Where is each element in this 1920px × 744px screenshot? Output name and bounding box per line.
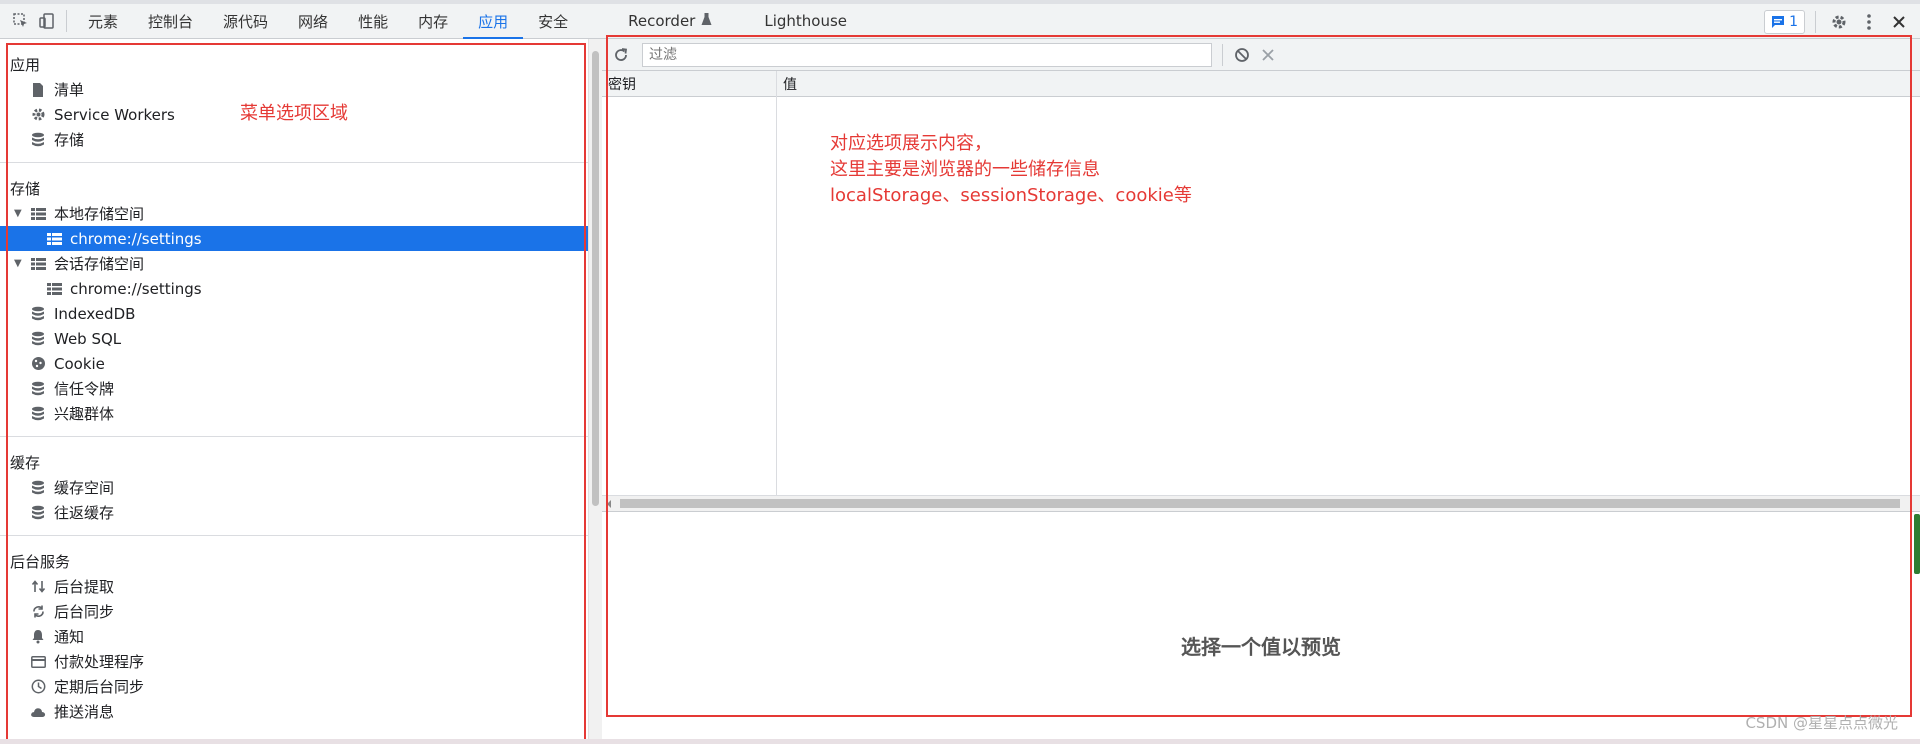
tab-5[interactable]: 内存: [403, 4, 463, 39]
tab-7[interactable]: 安全: [523, 4, 583, 39]
tab-label: 网络: [298, 12, 329, 31]
annotation-box-menu: [6, 43, 586, 743]
toolbar-separator: [66, 10, 67, 32]
tab-9[interactable]: Lighthouse: [749, 4, 862, 39]
issues-count: 1: [1789, 13, 1798, 30]
devtools-toolbar: 元素 控制台 源代码 网络 性能 内存 应用 安全 Recorder Lighthouse 1: [0, 4, 1920, 39]
inspect-element-icon[interactable]: [8, 8, 34, 34]
annotation-content-line1: 对应选项展示内容，: [830, 133, 992, 154]
tab-2[interactable]: 源代码: [208, 4, 283, 39]
annotation-content-line2: 这里主要是浏览器的一些储存信息: [830, 159, 1100, 180]
tab-label: 应用: [478, 12, 509, 31]
annotation-box-content: [606, 35, 1912, 717]
issues-button[interactable]: 1: [1764, 9, 1805, 34]
tab-1[interactable]: 控制台: [133, 4, 208, 39]
tab-3[interactable]: 网络: [283, 4, 343, 39]
annotation-menu-label: 菜单选项区域: [240, 103, 348, 124]
taskbar-strip: [0, 739, 1920, 744]
watermark: CSDN @星星点点微光: [1745, 714, 1898, 732]
tab-label: 安全: [538, 12, 569, 31]
device-toolbar-icon[interactable]: [34, 8, 60, 34]
tab-4[interactable]: 性能: [343, 4, 403, 39]
tab-label: 元素: [88, 12, 119, 31]
sidebar-scroll-thumb[interactable]: [592, 51, 599, 506]
gear-icon[interactable]: [1826, 9, 1852, 35]
tab-8[interactable]: Recorder: [613, 4, 727, 39]
tab-label: Lighthouse: [764, 12, 848, 30]
tab-label: 源代码: [223, 12, 269, 31]
more-options-icon[interactable]: [1856, 9, 1882, 35]
tab-label: 性能: [358, 12, 389, 31]
close-icon[interactable]: [1886, 9, 1912, 35]
window-edge-indicator: [1914, 514, 1920, 574]
tab-6[interactable]: 应用: [463, 4, 524, 39]
toolbar-separator: [1815, 10, 1816, 33]
tab-label: 内存: [418, 12, 449, 31]
flask-icon: [701, 12, 712, 30]
panel-tabs: 元素 控制台 源代码 网络 性能 内存 应用 安全 Recorder Lighthouse: [73, 4, 862, 39]
tab-label: Recorder: [628, 12, 696, 30]
tab-label: 控制台: [148, 12, 194, 31]
tab-0[interactable]: 元素: [73, 4, 133, 39]
message-icon: [1772, 15, 1785, 28]
toolbar-right: 1: [1764, 4, 1912, 39]
sidebar-scrollbar[interactable]: [588, 39, 602, 739]
annotation-content-line3: localStorage、sessionStorage、cookie等: [830, 185, 1192, 206]
